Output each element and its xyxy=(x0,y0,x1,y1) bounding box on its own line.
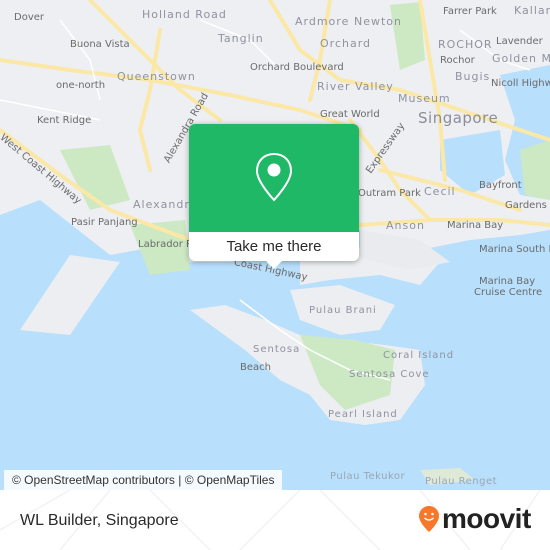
map-label: Alexandra xyxy=(133,198,198,211)
map-label: Nicoll Highway xyxy=(491,78,550,89)
map-label: Orchard Boulevard xyxy=(250,62,344,73)
location-popup[interactable]: Take me there xyxy=(189,124,359,269)
map-label: Bugis xyxy=(455,70,491,83)
map-label: Pulau Brani xyxy=(309,305,377,316)
map-label: Museum xyxy=(398,92,451,105)
map-label: Kent Ridge xyxy=(37,115,92,126)
map-label: Newton xyxy=(354,15,403,28)
map-label: Sentosa xyxy=(253,344,301,355)
map-label: Anson xyxy=(386,219,425,232)
map-label: Marina South Pier xyxy=(479,244,550,255)
map-label: Pearl Island xyxy=(328,409,398,420)
map-label: Pasir Panjang xyxy=(71,217,138,228)
map-label: Pulau Tekukor xyxy=(330,471,406,482)
map-label: Gardens by xyxy=(505,200,550,211)
map-label: Pulau Renget xyxy=(425,476,498,487)
map-label: Coral Island xyxy=(383,350,455,361)
map-label: River Valley xyxy=(317,80,394,93)
map-label: Golden Mile xyxy=(492,52,550,65)
map-pin-icon xyxy=(255,152,293,202)
map-label: one-north xyxy=(56,80,106,91)
map-attribution[interactable]: © OpenStreetMap contributors | © OpenMap… xyxy=(4,470,283,490)
map-label: Queenstown xyxy=(117,70,196,83)
map-label: Great World xyxy=(320,109,380,120)
map-label: Kallang xyxy=(514,4,550,17)
map-label: Sentosa Cove xyxy=(349,369,430,380)
map-label: ROCHOR xyxy=(438,38,493,51)
map-label: Farrer Park xyxy=(443,6,497,17)
map-label: Cruise Centre xyxy=(474,287,543,298)
map[interactable]: Dover Holland Road Ardmore Newton Farrer… xyxy=(0,0,550,490)
map-label: Bayfront xyxy=(479,180,522,191)
map-label: Cecil xyxy=(424,185,456,198)
popup-pointer xyxy=(264,259,284,269)
popup-header[interactable] xyxy=(189,124,359,232)
map-label: Singapore xyxy=(418,109,499,127)
map-label: Rochor xyxy=(440,55,475,66)
moovit-pin-icon xyxy=(419,506,439,532)
take-me-there-button[interactable]: Take me there xyxy=(189,232,359,261)
map-label: Ardmore xyxy=(295,15,350,28)
map-label: Orchard xyxy=(320,37,372,50)
map-label: Beach xyxy=(240,362,271,373)
moovit-wordmark: moovit xyxy=(442,503,531,534)
map-label: Outram Park xyxy=(358,188,421,199)
map-label: Tanglin xyxy=(218,32,264,45)
map-label: Marina Bay xyxy=(447,220,504,231)
map-label: Dover xyxy=(14,12,44,23)
footer: WL Builder, Singapore moovit xyxy=(0,490,550,550)
map-label: Holland Road xyxy=(142,8,227,21)
map-label: Lavender xyxy=(496,36,543,47)
moovit-logo[interactable]: moovit xyxy=(418,505,531,533)
park xyxy=(390,2,425,70)
place-name: WL Builder, Singapore xyxy=(20,512,179,529)
map-label: Buona Vista xyxy=(70,39,130,50)
map-label: Marina Bay xyxy=(479,276,536,287)
